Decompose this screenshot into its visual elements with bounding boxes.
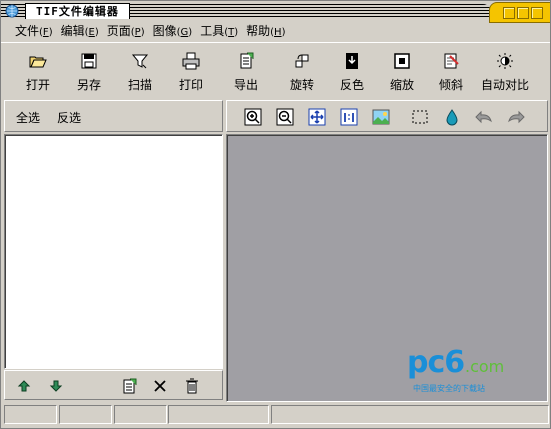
watermark-logo: pc6 .com 中国最安全的下载站 (407, 345, 527, 395)
marquee-select-icon[interactable] (411, 108, 429, 126)
image-canvas[interactable]: pc6 .com 中国最安全的下载站 (226, 134, 548, 402)
menu-page-label: 页面 (106, 24, 131, 38)
window-title: TIF文件编辑器 (25, 3, 130, 19)
menu-tools-label: 工具 (200, 24, 225, 38)
auto-contrast-label: 自动对比 (480, 78, 529, 92)
watermark-brand: pc6 (407, 345, 465, 380)
title-cjk: 文件编辑器 (58, 5, 119, 18)
select-all-button[interactable]: 全选 (16, 109, 40, 126)
menu-edit-label: 编辑 (60, 24, 85, 38)
app-window: TIF文件编辑器 文件(F) 编辑(E) 页面(P) 图像(G) 工具(T) 帮… (0, 0, 551, 429)
skew-label: 倾斜 (438, 78, 463, 92)
status-pane-3 (114, 405, 167, 424)
save-disk-icon (81, 53, 97, 69)
menu-image[interactable]: 图像(G) (149, 22, 197, 40)
skew-icon (444, 53, 459, 69)
scan-funnel-icon (131, 54, 149, 69)
redo-icon[interactable] (507, 108, 525, 126)
auto-contrast-button[interactable]: 自动对比 (479, 52, 531, 94)
scale-label: 缩放 (389, 78, 414, 92)
printer-icon (182, 52, 200, 70)
menu-help[interactable]: 帮助(H) (242, 22, 289, 40)
maximize-button[interactable] (517, 7, 529, 19)
image-view-pane: pc6 .com 中国最安全的下载站 (226, 100, 548, 402)
menu-page[interactable]: 页面(P) (103, 22, 149, 40)
invert-select-button[interactable]: 反选 (57, 109, 81, 126)
watermark-tagline: 中国最安全的下载站 (413, 384, 485, 393)
invert-color-icon (346, 53, 358, 69)
print-button[interactable]: 打印 (165, 52, 217, 94)
save-as-label: 另存 (76, 78, 101, 92)
rotate-button[interactable]: 旋转 (276, 52, 328, 94)
add-page-icon[interactable] (121, 378, 137, 394)
view-toolbar (226, 100, 548, 132)
main-toolbar: 打开 另存 扫描 打印 导出 旋转 反色 缩放 倾斜 自动对比 (1, 42, 550, 99)
minimize-button[interactable] (503, 7, 515, 19)
menu-edit-key: (E) (84, 27, 99, 38)
skew-button[interactable]: 倾斜 (425, 52, 477, 94)
title-latin: TIF (36, 5, 59, 18)
menu-file-label: 文件 (15, 24, 40, 38)
page-list-pane: 全选 反选 (4, 100, 223, 400)
page-list[interactable] (4, 134, 223, 369)
invert-button[interactable]: 反色 (326, 52, 378, 94)
export-button[interactable]: 导出 (220, 52, 272, 94)
move-up-icon[interactable] (16, 378, 32, 394)
open-folder-icon (29, 56, 47, 68)
export-doc-icon (240, 52, 254, 69)
menu-edit[interactable]: 编辑(E) (57, 22, 103, 40)
status-pane-5 (271, 405, 549, 424)
save-as-button[interactable]: 另存 (63, 52, 115, 94)
menu-file-key: (F) (39, 27, 53, 38)
image-icon[interactable] (372, 108, 390, 126)
delete-x-icon[interactable] (152, 378, 168, 394)
zoom-out-icon[interactable] (276, 108, 294, 126)
menu-image-label: 图像 (152, 24, 177, 38)
menu-tools-key: (T) (224, 27, 239, 38)
menu-tools[interactable]: 工具(T) (196, 22, 242, 40)
window-controls (489, 2, 550, 23)
export-label: 导出 (233, 78, 258, 92)
title-bar[interactable]: TIF文件编辑器 (1, 1, 550, 23)
page-list-toolbar (4, 370, 223, 400)
menu-file[interactable]: 文件(F) (11, 22, 57, 40)
scan-button[interactable]: 扫描 (114, 52, 166, 94)
open-button[interactable]: 打开 (12, 52, 64, 94)
status-pane-2 (59, 405, 112, 424)
menu-bar: 文件(F) 编辑(E) 页面(P) 图像(G) 工具(T) 帮助(H) (11, 22, 289, 40)
menu-help-key: (H) (270, 27, 286, 38)
invert-label: 反色 (339, 78, 364, 92)
menu-page-key: (P) (130, 27, 145, 38)
status-pane-1 (4, 405, 57, 424)
app-globe-icon[interactable] (5, 4, 19, 18)
open-label: 打开 (25, 78, 50, 92)
close-button[interactable] (531, 7, 543, 19)
undo-icon[interactable] (475, 108, 493, 126)
watermark-domain: .com (465, 357, 505, 376)
print-label: 打印 (178, 78, 203, 92)
zoom-in-icon[interactable] (244, 108, 262, 126)
menu-image-key: (G) (176, 27, 193, 38)
auto-contrast-icon (497, 53, 513, 69)
scale-button[interactable]: 缩放 (376, 52, 428, 94)
status-bar (4, 405, 549, 424)
scan-label: 扫描 (127, 78, 152, 92)
move-down-icon[interactable] (48, 378, 64, 394)
fit-window-icon[interactable] (308, 108, 326, 126)
trash-icon[interactable] (184, 378, 200, 394)
actual-size-icon[interactable] (340, 108, 358, 126)
menu-help-label: 帮助 (246, 24, 271, 38)
scale-icon (394, 53, 410, 69)
rotate-icon (295, 54, 309, 68)
rotate-label: 旋转 (289, 78, 314, 92)
selection-bar: 全选 反选 (4, 100, 223, 132)
drop-icon[interactable] (443, 108, 461, 126)
status-pane-4 (168, 405, 269, 424)
